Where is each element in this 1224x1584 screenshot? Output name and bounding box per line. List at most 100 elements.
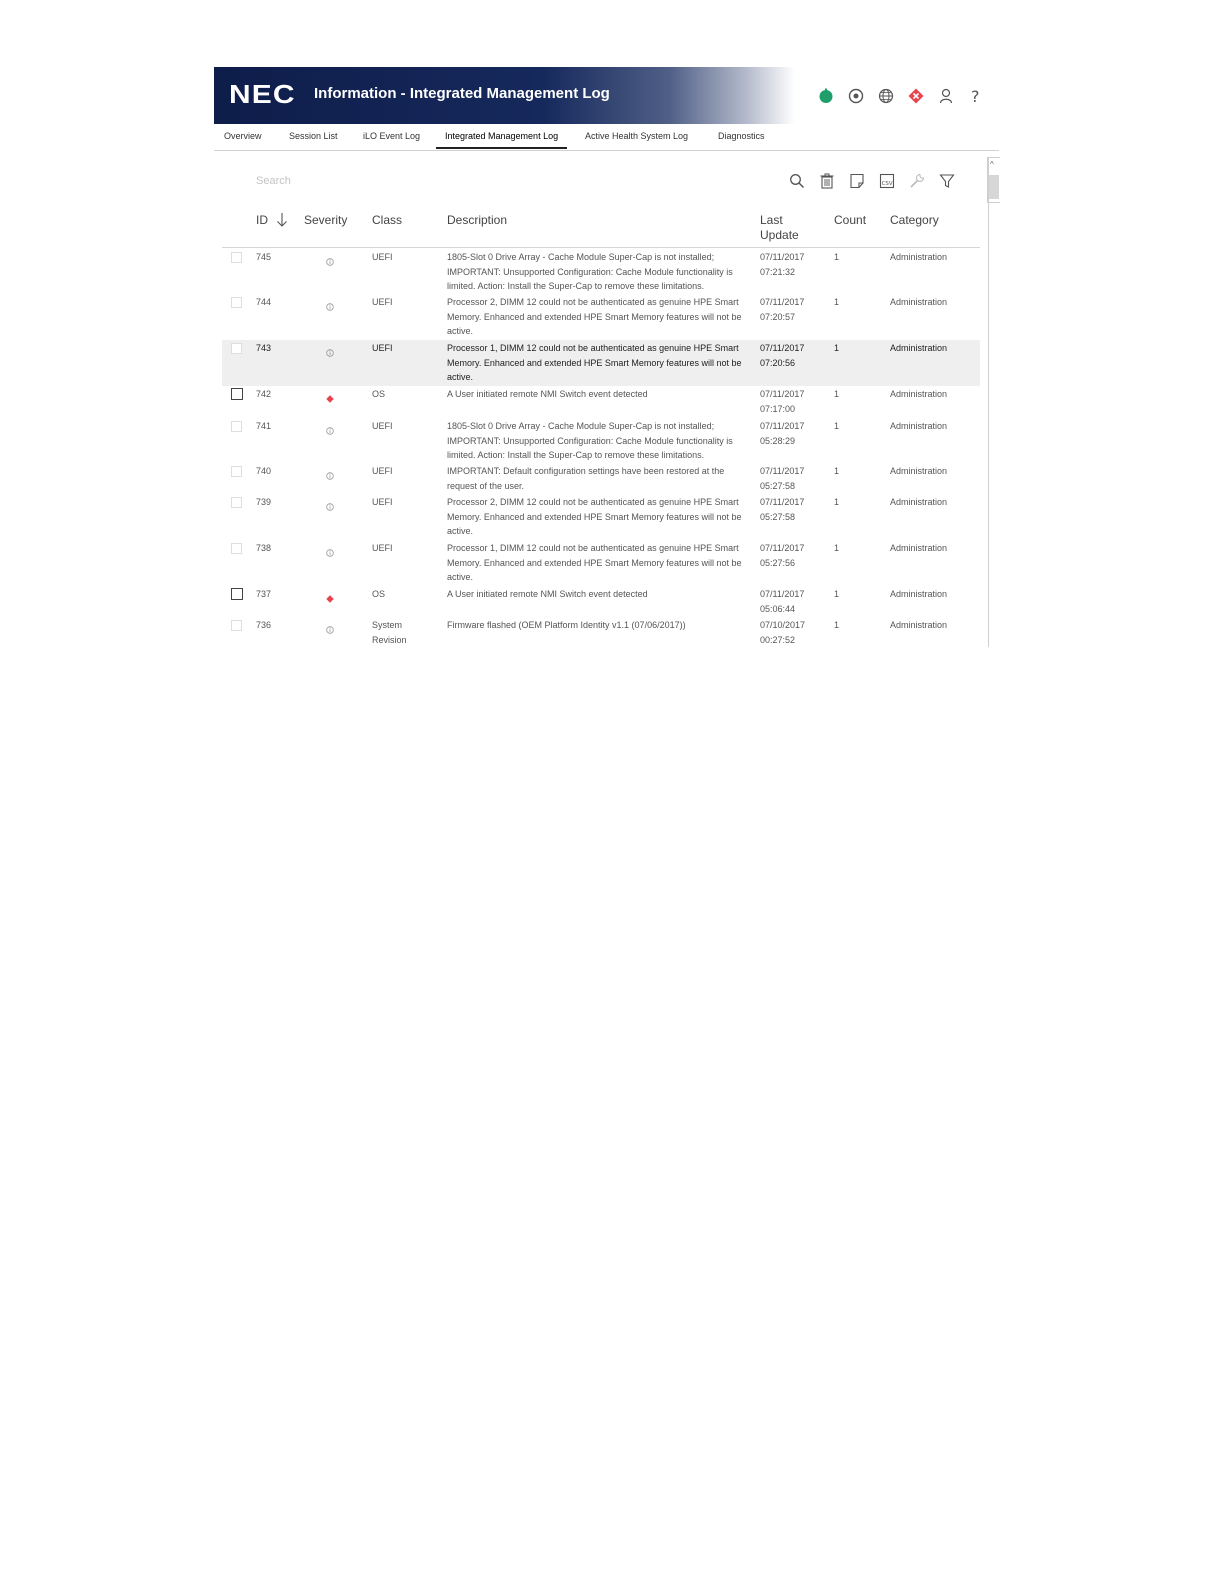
- row-checkbox[interactable]: [231, 497, 242, 508]
- column-header-last-update-line2: Update: [760, 228, 799, 242]
- filter-icon[interactable]: [932, 171, 962, 191]
- row-description: Processor 2, DIMM 12 could not be authen…: [447, 297, 742, 337]
- table-row[interactable]: 744 UEFI Processor 2, DIMM 12 could not be…: [222, 294, 980, 340]
- user-icon[interactable]: [931, 83, 961, 109]
- row-count: 1: [834, 389, 840, 399]
- row-checkbox[interactable]: [231, 252, 242, 263]
- row-class: OS: [372, 589, 386, 599]
- info-severity-icon: [326, 253, 334, 266]
- wrench-icon[interactable]: [902, 171, 932, 191]
- row-class: OS: [372, 389, 386, 399]
- row-category: Administration: [890, 343, 948, 353]
- tab-bar: Overview Session List iLO Event Log Inte…: [214, 124, 999, 151]
- table-row[interactable]: 741 UEFI 1805-Slot 0 Drive Array - Cache M…: [222, 418, 980, 463]
- table-row[interactable]: 738 UEFI Processor 1, DIMM 12 could not be…: [222, 540, 980, 586]
- row-class: UEFI: [372, 252, 393, 262]
- column-header-last-update[interactable]: Last Update: [760, 213, 799, 243]
- column-header-severity[interactable]: Severity: [304, 213, 347, 228]
- tab-diagnostics[interactable]: Diagnostics: [718, 131, 765, 147]
- table-row[interactable]: 737 OS A User initiated remote NMI Switch …: [222, 586, 980, 617]
- column-header-class[interactable]: Class: [372, 213, 402, 228]
- globe-icon[interactable]: [871, 83, 901, 109]
- row-category: Administration: [890, 620, 948, 630]
- row-count: 1: [834, 620, 840, 630]
- csv-export-icon[interactable]: CSV: [872, 171, 902, 191]
- row-description: Firmware flashed (OEM Platform Identity …: [447, 620, 686, 630]
- row-last-update: 07/11/2017 05:27:58: [760, 464, 804, 493]
- row-date: 07/11/2017: [760, 389, 805, 399]
- row-checkbox[interactable]: [231, 343, 242, 354]
- nec-logo: NEC: [229, 79, 296, 109]
- column-header-description[interactable]: Description: [447, 213, 507, 228]
- row-id: 743: [256, 343, 272, 353]
- row-class: UEFI: [372, 297, 393, 307]
- row-description: 1805-Slot 0 Drive Array - Cache Module S…: [447, 252, 733, 292]
- column-header-id[interactable]: ID: [256, 213, 268, 228]
- row-id: 744: [256, 297, 272, 307]
- scrollbar-thumb[interactable]: [989, 175, 999, 199]
- sort-descending-icon[interactable]: [276, 212, 288, 233]
- row-checkbox[interactable]: [231, 421, 242, 432]
- row-description: A User initiated remote NMI Switch event…: [447, 589, 648, 599]
- column-header-count[interactable]: Count: [834, 213, 866, 228]
- row-count: 1: [834, 466, 840, 476]
- row-checkbox[interactable]: [231, 620, 242, 631]
- row-date: 07/10/2017: [760, 620, 806, 630]
- toolbar: CSV: [782, 171, 962, 191]
- row-time: 05:27:58: [760, 511, 796, 522]
- table-row[interactable]: 740 UEFI IMPORTANT: Default configuration …: [222, 463, 980, 494]
- row-date: 07/11/2017: [760, 297, 805, 307]
- row-time: 07:20:56: [760, 357, 796, 368]
- search-input[interactable]: Search: [256, 175, 291, 187]
- row-date: 07/11/2017: [760, 252, 805, 262]
- row-time: 05:27:58: [760, 480, 796, 491]
- table-row[interactable]: 745 UEFI 1805-Slot 0 Drive Array - Cache M…: [222, 249, 980, 294]
- scroll-up-icon[interactable]: ^: [990, 160, 994, 169]
- row-last-update: 07/11/2017 07:20:57: [760, 295, 804, 324]
- row-checkbox[interactable]: [231, 588, 243, 600]
- svg-text:?: ?: [971, 87, 980, 105]
- row-time: 07:20:57: [760, 311, 796, 322]
- row-class: UEFI: [372, 543, 393, 553]
- row-checkbox[interactable]: [231, 466, 242, 477]
- column-header-category[interactable]: Category: [890, 213, 939, 228]
- row-checkbox[interactable]: [231, 388, 243, 400]
- table-row[interactable]: 739 UEFI Processor 2, DIMM 12 could not be…: [222, 494, 980, 540]
- row-date: 07/11/2017: [760, 497, 805, 507]
- health-ok-icon[interactable]: [811, 83, 841, 109]
- row-description: Processor 1, DIMM 12 could not be authen…: [447, 543, 742, 583]
- delete-icon[interactable]: [812, 171, 842, 191]
- tab-overview[interactable]: Overview: [224, 131, 262, 147]
- tab-session-list[interactable]: Session List: [289, 131, 338, 147]
- row-checkbox[interactable]: [231, 297, 242, 308]
- row-description: 1805-Slot 0 Drive Array - Cache Module S…: [447, 421, 733, 461]
- row-count: 1: [834, 589, 840, 599]
- search-icon[interactable]: [782, 171, 812, 191]
- tab-ilo-event-log[interactable]: iLO Event Log: [363, 131, 420, 147]
- tab-active-health-system-log[interactable]: Active Health System Log: [585, 131, 688, 147]
- table-row[interactable]: 742 OS A User initiated remote NMI Switch …: [222, 386, 980, 418]
- row-time: 07:17:00: [760, 403, 796, 414]
- info-severity-icon: [326, 498, 334, 511]
- row-class: UEFI: [372, 343, 393, 353]
- help-icon[interactable]: ?: [961, 83, 991, 109]
- row-time: 05:28:29: [760, 435, 796, 446]
- row-date: 07/11/2017: [760, 589, 805, 599]
- table-row[interactable]: 736 System Revision Firmware flashed (OEM …: [222, 617, 980, 649]
- row-last-update: 07/11/2017 05:06:44: [760, 587, 804, 616]
- row-time: 07:21:32: [760, 266, 796, 277]
- info-severity-icon: [326, 621, 334, 634]
- row-count: 1: [834, 543, 840, 553]
- info-severity-icon: [326, 422, 334, 435]
- target-icon[interactable]: [841, 83, 871, 109]
- table-row[interactable]: 743 UEFI Processor 1, DIMM 12 could not be…: [222, 340, 980, 386]
- note-icon[interactable]: [842, 171, 872, 191]
- row-category: Administration: [890, 589, 948, 599]
- row-checkbox[interactable]: [231, 543, 242, 554]
- row-category: Administration: [890, 466, 948, 476]
- row-last-update: 07/11/2017 07:17:00: [760, 387, 804, 416]
- tab-integrated-management-log[interactable]: Integrated Management Log: [436, 131, 568, 149]
- row-description: IMPORTANT: Default configuration setting…: [447, 466, 725, 491]
- row-count: 1: [834, 252, 840, 262]
- alert-icon[interactable]: [901, 83, 931, 109]
